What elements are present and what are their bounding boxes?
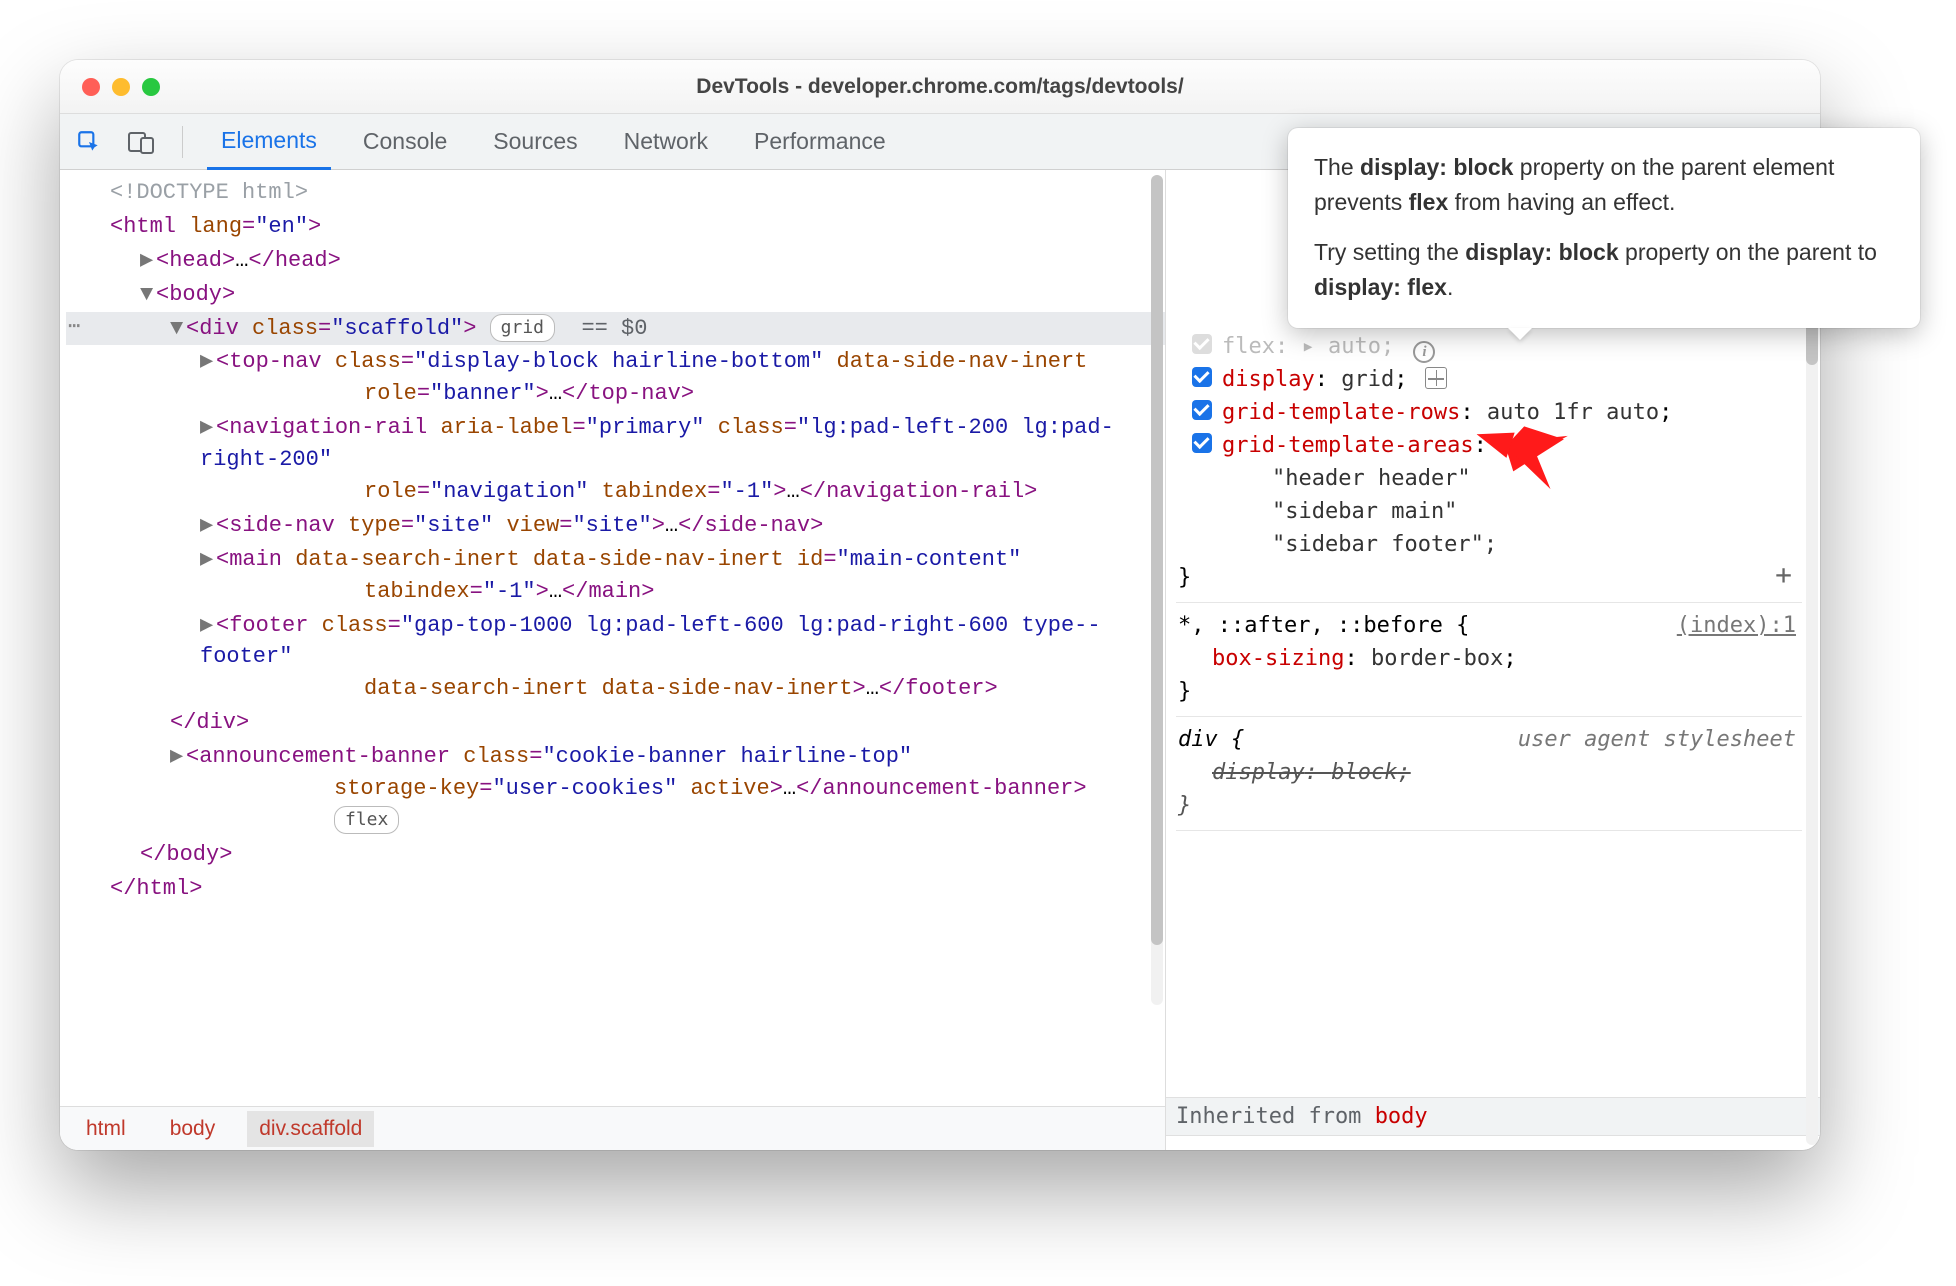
prop-display-block[interactable]: display: block; xyxy=(1178,756,1800,789)
dom-node-html[interactable]: <html lang="en"> xyxy=(66,210,1165,244)
maximize-window-button[interactable] xyxy=(142,78,160,96)
dom-node-body-close[interactable]: </body> xyxy=(66,838,1165,872)
dom-node-html-close[interactable]: </html> xyxy=(66,872,1165,906)
window-title: DevTools - developer.chrome.com/tags/dev… xyxy=(60,75,1820,99)
inherited-header: Inherited from body xyxy=(1166,1097,1820,1136)
gta-line-1: "header header" xyxy=(1178,462,1800,495)
dom-node-sidenav[interactable]: ▶<side-nav type="site" view="site">…</si… xyxy=(66,509,1165,543)
dom-panel: <!DOCTYPE html> <html lang="en"> ▶<head>… xyxy=(60,170,1166,1150)
gta-line-2: "sidebar main" xyxy=(1178,495,1800,528)
prop-display[interactable]: display: grid; xyxy=(1178,363,1800,396)
minimize-window-button[interactable] xyxy=(112,78,130,96)
grid-badge[interactable]: grid xyxy=(490,314,555,342)
dom-scrollbar[interactable] xyxy=(1151,175,1163,1005)
dom-node-footer[interactable]: ▶<footer class="gap-top-1000 lg:pad-left… xyxy=(66,609,1165,707)
dom-node-main[interactable]: ▶<main data-search-inert data-side-nav-i… xyxy=(66,543,1165,609)
crumb-html[interactable]: html xyxy=(74,1111,138,1147)
rule-source-link[interactable]: (index):1 xyxy=(1677,609,1796,642)
grid-icon[interactable] xyxy=(1425,367,1447,389)
rule-source-link[interactable]: (index):1 xyxy=(1677,1146,1796,1150)
device-toggle-icon[interactable] xyxy=(124,125,158,159)
prop-gtr[interactable]: grid-template-rows: auto 1fr auto; xyxy=(1178,396,1800,429)
close-window-button[interactable] xyxy=(82,78,100,96)
tab-elements[interactable]: Elements xyxy=(207,114,331,170)
flex-badge[interactable]: flex xyxy=(334,806,399,834)
styles-body-inherited[interactable]: (index):1 body { min-height: 100vh; xyxy=(1166,1136,1820,1150)
dom-node-body[interactable]: ▼<body> xyxy=(66,278,1165,312)
breadcrumbs: html body div.scaffold xyxy=(60,1106,1165,1150)
checkbox-icon[interactable] xyxy=(1192,400,1212,420)
dom-node-doctype[interactable]: <!DOCTYPE html> xyxy=(66,176,1165,210)
dom-node-head[interactable]: ▶<head>…</head> xyxy=(66,244,1165,278)
tab-performance[interactable]: Performance xyxy=(740,114,900,170)
prop-box-sizing[interactable]: box-sizing: border-box; xyxy=(1178,642,1800,675)
dom-tree[interactable]: <!DOCTYPE html> <html lang="en"> ▶<head>… xyxy=(60,170,1165,1106)
crumb-body[interactable]: body xyxy=(158,1111,228,1147)
dom-node-announcement[interactable]: ▶<announcement-banner class="cookie-bann… xyxy=(66,740,1165,838)
style-rule-universal[interactable]: (index):1 *, ::after, ::before { box-siz… xyxy=(1176,603,1802,717)
dom-node-topnav[interactable]: ▶<top-nav class="display-block hairline-… xyxy=(66,345,1165,411)
traffic-lights xyxy=(82,78,160,96)
dom-node-navrail[interactable]: ▶<navigation-rail aria-label="primary" c… xyxy=(66,411,1165,509)
prop-gta[interactable]: grid-template-areas: xyxy=(1178,429,1800,462)
add-rule-icon[interactable]: + xyxy=(1775,554,1792,596)
tab-network[interactable]: Network xyxy=(610,114,722,170)
inspect-icon[interactable] xyxy=(72,125,106,159)
checkbox-icon[interactable] xyxy=(1192,334,1212,354)
checkbox-icon[interactable] xyxy=(1192,433,1212,453)
hint-tooltip: The display: block property on the paren… xyxy=(1288,128,1920,328)
rule-close: } xyxy=(1178,561,1800,594)
tab-console[interactable]: Console xyxy=(349,114,461,170)
prop-flex[interactable]: flex: ▸ auto; i xyxy=(1178,330,1800,363)
style-rule-ua-div[interactable]: user agent stylesheet div { display: blo… xyxy=(1176,717,1802,831)
gta-line-3: "sidebar footer"; xyxy=(1178,528,1800,561)
checkbox-icon[interactable] xyxy=(1192,367,1212,387)
selected-sigil: == $0 xyxy=(581,316,647,341)
crumb-div-scaffold[interactable]: div.scaffold xyxy=(247,1111,374,1147)
dom-node-scaffold[interactable]: ▼<div class="scaffold"> grid == $0 xyxy=(66,312,1165,346)
rule-source-ua: user agent stylesheet xyxy=(1518,723,1796,756)
info-icon[interactable]: i xyxy=(1413,341,1435,363)
style-rule-body[interactable]: (index):1 body { min-height: 100vh; xyxy=(1176,1140,1802,1150)
tab-sources[interactable]: Sources xyxy=(479,114,591,170)
titlebar: DevTools - developer.chrome.com/tags/dev… xyxy=(60,60,1820,114)
toolbar-divider xyxy=(182,126,183,158)
dom-node-div-close[interactable]: </div> xyxy=(66,706,1165,740)
